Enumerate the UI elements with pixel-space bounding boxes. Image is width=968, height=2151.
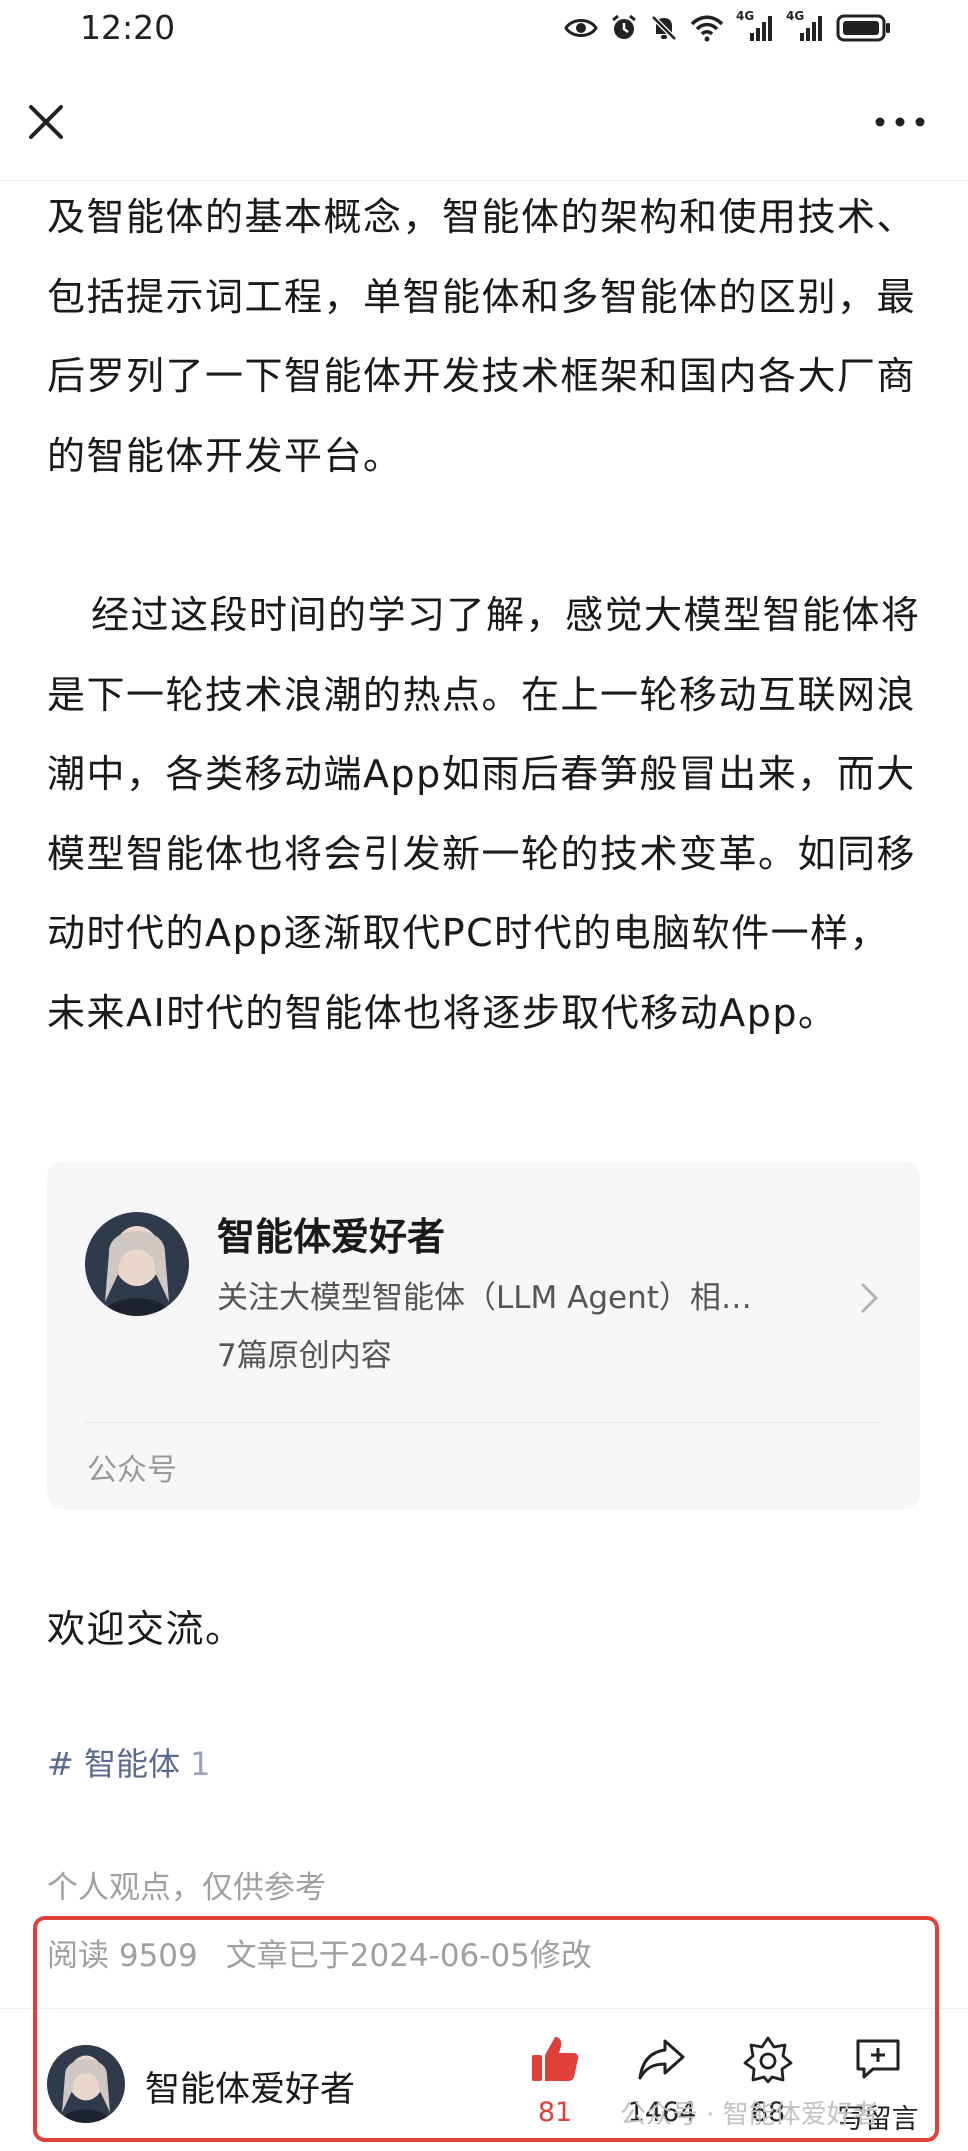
account-card[interactable]: 智能体爱好者 关注大模型智能体（LLM Agent）相… 7篇原创内容 公众号: [47, 1162, 920, 1509]
disclaimer: 个人观点，仅供参考: [47, 1870, 326, 1906]
article-meta: 阅读 9509 文章已于2024-06-05修改: [47, 1930, 592, 1975]
account-type-label: 公众号: [87, 1453, 177, 1488]
close-icon[interactable]: [22, 98, 70, 146]
author-name[interactable]: 智能体爱好者: [145, 2061, 355, 2112]
watermark: 公众号 · 智能体爱好者: [620, 2100, 879, 2130]
bell-mute-icon: [650, 14, 678, 46]
more-icon[interactable]: [872, 112, 928, 132]
network-type-label: 4G: [786, 9, 805, 23]
tag-label: # 智能体: [47, 1745, 180, 1783]
chevron-right-icon: [858, 1280, 880, 1316]
wifi-icon: [690, 14, 724, 46]
status-bar: 12:20 4G 4G: [0, 0, 968, 60]
topic-tag[interactable]: # 智能体 1: [47, 1739, 210, 1785]
original-count: 7篇原创内容: [217, 1338, 392, 1374]
article-paragraph: 及智能体的基本概念，智能体的架构和使用技术、包括提示词工程，单智能体和多智能体的…: [47, 195, 917, 478]
like-count: 81: [537, 2097, 573, 2128]
signal-icon: 4G: [736, 9, 774, 47]
flower-icon: [718, 2035, 818, 2083]
network-type-label: 4G: [736, 9, 755, 23]
battery-icon: [836, 13, 892, 47]
comment-add-icon: [828, 2035, 928, 2083]
modified-date: 文章已于2024-06-05修改: [225, 1938, 592, 1974]
author-avatar[interactable]: [47, 2045, 125, 2123]
article-body: 及智能体的基本概念，智能体的架构和使用技术、包括提示词工程，单智能体和多智能体的…: [47, 178, 927, 1053]
card-divider: [85, 1422, 882, 1423]
status-icons: 4G 4G: [564, 10, 892, 50]
thumbs-up-icon: [505, 2035, 605, 2083]
eye-icon: [564, 17, 598, 43]
share-icon: [612, 2035, 712, 2083]
signal-icon: 4G: [786, 9, 824, 47]
account-description: 关注大模型智能体（LLM Agent）相…: [217, 1280, 752, 1316]
account-name: 智能体爱好者: [217, 1215, 446, 1259]
read-count: 阅读 9509: [47, 1938, 198, 1974]
alarm-icon: [610, 14, 638, 46]
like-button[interactable]: 81: [505, 2035, 605, 2128]
closing-text: 欢迎交流。: [47, 1607, 245, 1651]
article-paragraph: 经过这段时间的学习了解，感觉大模型智能体将是下一轮技术浪潮的热点。在上一轮移动互…: [47, 593, 921, 1035]
account-avatar: [85, 1212, 189, 1316]
tag-count: 1: [190, 1745, 211, 1783]
status-time: 12:20: [80, 8, 176, 47]
top-nav: [0, 60, 968, 181]
